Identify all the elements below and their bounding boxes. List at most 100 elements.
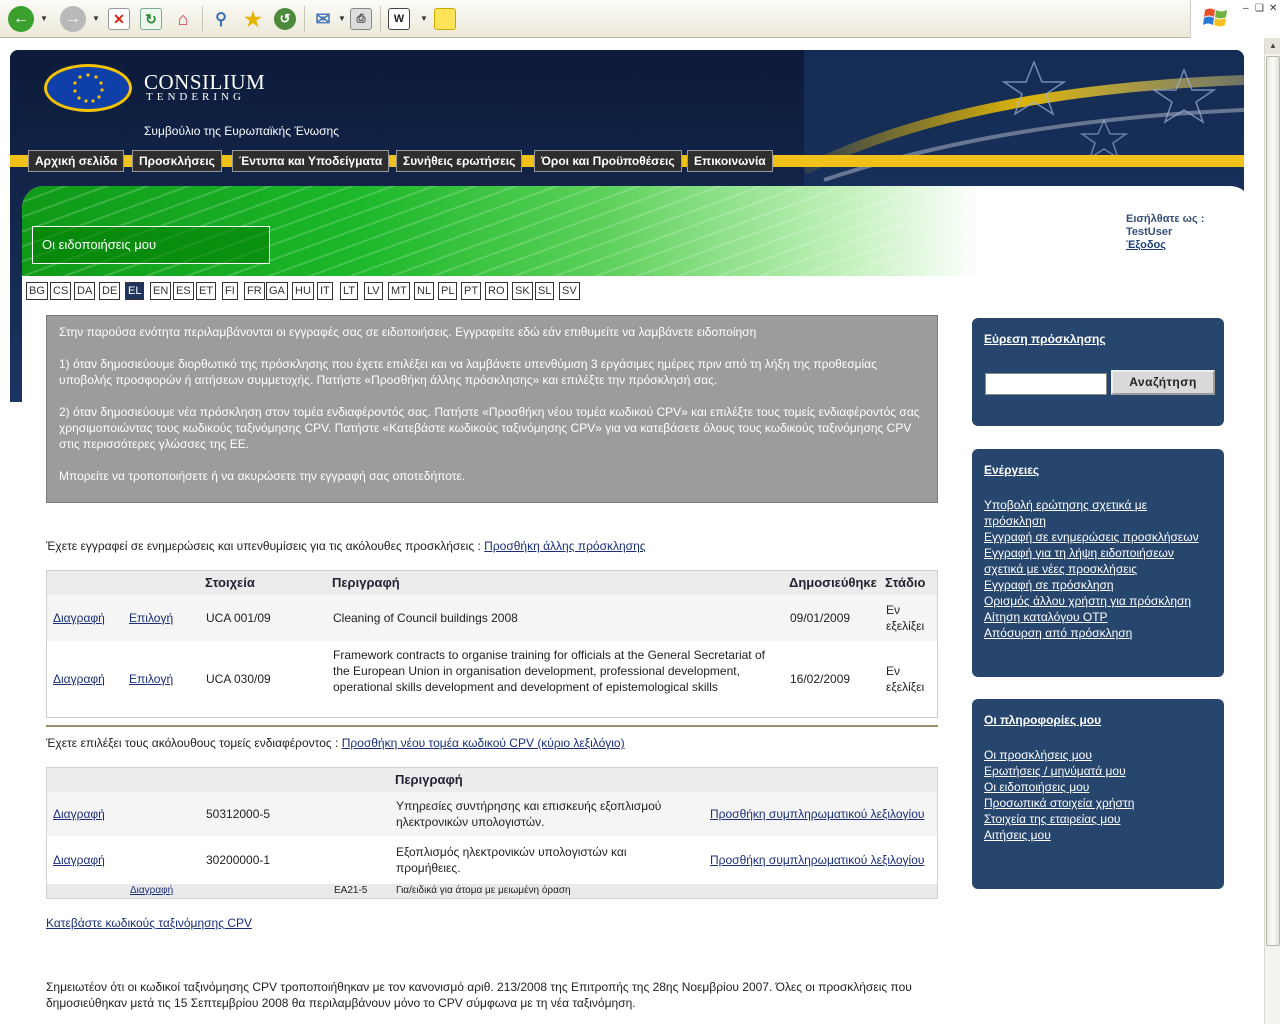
nav-terms[interactable]: Όροι και Προϋποθέσεις: [534, 150, 682, 172]
lang-el[interactable]: EL: [125, 282, 145, 300]
stars-decoration-icon: [804, 50, 1244, 190]
minimize-icon[interactable]: –: [1243, 3, 1249, 14]
lang-fr[interactable]: FR: [244, 282, 265, 300]
lang-ga[interactable]: GA: [266, 282, 288, 300]
my-info-title[interactable]: Οι πληροφορίες μου: [984, 713, 1212, 727]
lang-sl[interactable]: SL: [535, 282, 555, 300]
edit-button[interactable]: W: [388, 4, 410, 34]
delete-link[interactable]: Διαγραφή: [53, 806, 105, 822]
favorites-button[interactable]: ★: [242, 4, 264, 34]
forward-dropdown-icon[interactable]: ▼: [92, 14, 100, 23]
actions-item[interactable]: Απόσυρση από πρόσκληση: [984, 625, 1212, 641]
lang-lt[interactable]: LT: [340, 282, 359, 300]
nav-faq[interactable]: Συνήθεις ερωτήσεις: [396, 150, 523, 172]
my-info-item[interactable]: Οι ειδοποιήσεις μου: [984, 779, 1212, 795]
mail-button[interactable]: ✉: [312, 4, 334, 34]
select-link[interactable]: Επιλογή: [129, 671, 173, 687]
delete-link[interactable]: Διαγραφή: [53, 610, 105, 626]
delete-link[interactable]: Διαγραφή: [53, 671, 105, 687]
lang-en[interactable]: EN: [150, 282, 172, 300]
actions-item[interactable]: Εγγραφή για τη λήψη ειδοποιήσεων σχετικά…: [984, 545, 1212, 577]
print-button[interactable]: ⎙: [350, 4, 372, 34]
restore-icon[interactable]: ❏: [1255, 3, 1264, 14]
info-paragraph-1: Στην παρούσα ενότητα περιλαμβάνονται οι …: [59, 325, 757, 339]
browser-toolbar: ← ▼ → ▼ ✕ ↻ ⌂ ⚲ ★ ↺ ✉ ▼ ⎙ W ▼ – ❏ ✕: [0, 0, 1280, 38]
lang-et[interactable]: ET: [196, 282, 217, 300]
actions-item[interactable]: Αίτηση καταλόγου OTP: [984, 609, 1212, 625]
note-button[interactable]: [434, 4, 456, 34]
lang-mt[interactable]: MT: [388, 282, 410, 300]
nav-forms[interactable]: Έντυπα και Υποδείγματα: [232, 150, 390, 172]
lang-lv[interactable]: LV: [364, 282, 383, 300]
refresh-icon: ↻: [140, 8, 162, 30]
windows-logo-icon: [1203, 8, 1227, 27]
actions-item[interactable]: Ορισμός άλλου χρήστη για πρόσκληση: [984, 593, 1212, 609]
delete-link[interactable]: Διαγραφή: [53, 852, 105, 868]
lang-pl[interactable]: PL: [438, 282, 458, 300]
mail-dropdown-icon[interactable]: ▼: [338, 14, 346, 23]
lang-hu[interactable]: HU: [292, 282, 314, 300]
nav-contact[interactable]: Επικοινωνία: [687, 150, 773, 172]
close-icon[interactable]: ✕: [1269, 3, 1277, 14]
search-button[interactable]: Αναζήτηση: [1111, 370, 1215, 395]
back-icon: ←: [8, 6, 34, 32]
add-call-link[interactable]: Προσθήκη άλλης πρόσκλησης: [484, 539, 645, 553]
refresh-button[interactable]: ↻: [140, 4, 162, 34]
add-cpv-link[interactable]: Προσθήκη νέου τομέα κωδικού CPV (κύριο λ…: [342, 736, 625, 750]
history-icon: ↺: [274, 8, 296, 30]
home-button[interactable]: ⌂: [172, 4, 194, 34]
scroll-thumb[interactable]: [1266, 56, 1280, 946]
lang-pt[interactable]: PT: [461, 282, 482, 300]
search-title[interactable]: Εύρεση πρόσκλησης: [984, 332, 1212, 346]
my-info-item[interactable]: Προσωπικά στοιχεία χρήστη: [984, 795, 1212, 811]
table-row: Διαγραφή 30200000-1 Εξοπλισμός ηλεκτρονι…: [47, 836, 937, 882]
table-row: Διαγραφή 50312000-5 Υπηρεσίες συντήρησης…: [47, 792, 937, 836]
my-info-item[interactable]: Ερωτήσεις / μηνύματά μου: [984, 763, 1212, 779]
lang-fi[interactable]: FI: [222, 282, 238, 300]
logout-link[interactable]: Έξοδος: [1126, 239, 1166, 251]
add-supplementary-link[interactable]: Προσθήκη συμπληρωματικού λεξιλογίου: [710, 806, 924, 822]
delete-link[interactable]: Διαγραφή: [130, 884, 173, 898]
lang-de[interactable]: DE: [99, 282, 121, 300]
vertical-scrollbar[interactable]: ▲: [1264, 38, 1280, 1024]
info-box: Στην παρούσα ενότητα περιλαμβάνονται οι …: [46, 315, 938, 503]
download-cpv-link[interactable]: Κατεβάστε κωδικούς ταξινόμησης CPV: [46, 916, 252, 930]
lang-ro[interactable]: RO: [485, 282, 508, 300]
actions-item[interactable]: Υποβολή ερώτησης σχετικά με πρόσκληση: [984, 497, 1212, 529]
back-button[interactable]: ←: [8, 4, 34, 34]
history-button[interactable]: ↺: [274, 4, 296, 34]
back-dropdown-icon[interactable]: ▼: [40, 14, 48, 23]
lang-da[interactable]: DA: [74, 282, 96, 300]
my-info-item[interactable]: Αιτήσεις μου: [984, 827, 1212, 843]
lang-it[interactable]: IT: [317, 282, 333, 300]
lang-bg[interactable]: BG: [26, 282, 48, 300]
windows-logo-area: – ❏ ✕: [1190, 0, 1280, 38]
actions-title[interactable]: Ενέργειες: [984, 463, 1212, 477]
nav-home[interactable]: Αρχική σελίδα: [28, 150, 125, 172]
lang-sv[interactable]: SV: [559, 282, 580, 300]
actions-item[interactable]: Εγγραφή σε πρόσκληση: [984, 577, 1212, 593]
edit-dropdown-icon[interactable]: ▼: [420, 14, 428, 23]
add-supplementary-link[interactable]: Προσθήκη συμπληρωματικού λεξιλογίου: [710, 852, 924, 868]
nav-calls[interactable]: Προσκλήσεις: [132, 150, 222, 172]
stop-button[interactable]: ✕: [108, 4, 130, 34]
cpv-code: 50312000-5: [206, 807, 271, 821]
cpv-sub-code: EA21-5: [334, 885, 368, 896]
my-info-box: Οι πληροφορίες μου Οι προσκλήσεις μου Ερω…: [972, 699, 1224, 889]
forward-icon: →: [60, 6, 86, 32]
actions-item[interactable]: Εγγραφή σε ενημερώσεις προσκλήσεων: [984, 529, 1212, 545]
lang-es[interactable]: ES: [173, 282, 194, 300]
forward-button[interactable]: →: [60, 4, 86, 34]
lang-sk[interactable]: SK: [512, 282, 533, 300]
lang-nl[interactable]: NL: [414, 282, 435, 300]
cpv-intro: Έχετε επιλέξει τους ακόλουθους τομείς εν…: [46, 736, 625, 750]
my-info-item[interactable]: Οι προσκλήσεις μου: [984, 747, 1212, 763]
select-link[interactable]: Επιλογή: [129, 610, 173, 626]
info-paragraph-3: 2) όταν δημοσιεύουμε νέα πρόσκληση στον …: [59, 405, 920, 451]
info-paragraph-2: 1) όταν δημοσιεύουμε διορθωτικό της πρόσ…: [59, 357, 877, 387]
lang-cs[interactable]: CS: [50, 282, 72, 300]
scroll-up-icon[interactable]: ▲: [1265, 38, 1280, 54]
search-button[interactable]: ⚲: [210, 4, 232, 34]
my-info-item[interactable]: Στοιχεία της εταιρείας μου: [984, 811, 1212, 827]
search-input[interactable]: [985, 373, 1107, 395]
